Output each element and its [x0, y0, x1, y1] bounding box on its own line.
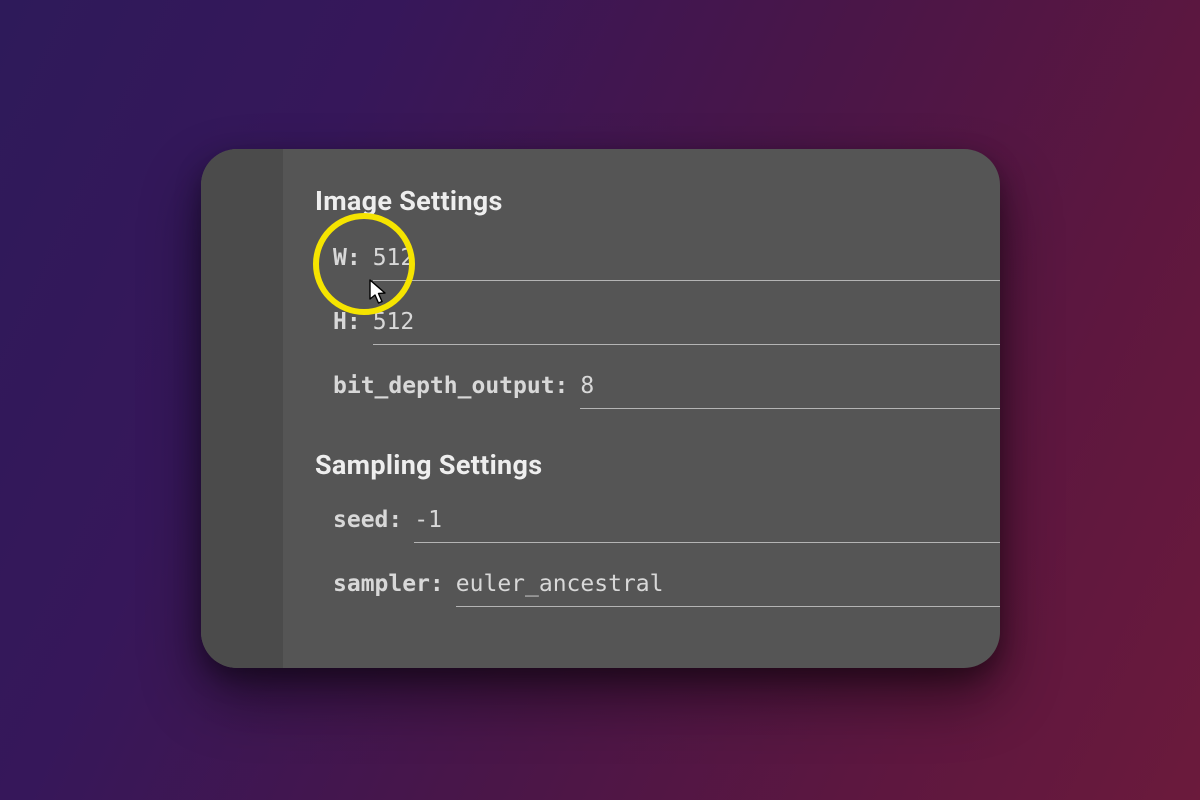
bit-depth-output-input[interactable]: 8 [580, 373, 1000, 405]
height-input[interactable]: 512 [373, 309, 1000, 341]
image-settings-heading: Image Settings [315, 185, 1000, 217]
sampler-value[interactable]: euler_ancestral [456, 571, 664, 603]
bit-depth-output-underline [580, 408, 1000, 409]
width-underline [373, 280, 1000, 281]
bit-depth-output-label: bit_depth_output: [333, 373, 568, 399]
panel-content: Image Settings W: 512 H: 512 bit_depth_ [283, 149, 1000, 668]
width-label: W: [333, 245, 361, 271]
sampling-settings-heading: Sampling Settings [315, 449, 1000, 481]
sampler-underline [456, 606, 1000, 607]
sampler-field-row: sampler: euler_ancestral [315, 571, 1000, 603]
seed-field-row: seed: -1 [315, 507, 1000, 539]
height-field-row: H: 512 [315, 309, 1000, 341]
width-value[interactable]: 512 [373, 245, 415, 277]
width-field-row: W: 512 [315, 245, 1000, 277]
height-label: H: [333, 309, 361, 335]
panel-left-strip [201, 149, 283, 668]
seed-underline [414, 542, 1000, 543]
width-input[interactable]: 512 [373, 245, 1000, 277]
sampler-label: sampler: [333, 571, 444, 597]
app-background: Image Settings W: 512 H: 512 bit_depth_ [0, 0, 1200, 800]
seed-input[interactable]: -1 [414, 507, 1000, 539]
seed-label: seed: [333, 507, 402, 533]
bit-depth-output-value[interactable]: 8 [580, 373, 594, 405]
settings-panel: Image Settings W: 512 H: 512 bit_depth_ [201, 149, 1000, 668]
bit-depth-output-field-row: bit_depth_output: 8 [315, 373, 1000, 405]
height-value[interactable]: 512 [373, 309, 415, 341]
sampler-input[interactable]: euler_ancestral [456, 571, 1000, 603]
height-underline [373, 344, 1000, 345]
seed-value[interactable]: -1 [414, 507, 442, 539]
